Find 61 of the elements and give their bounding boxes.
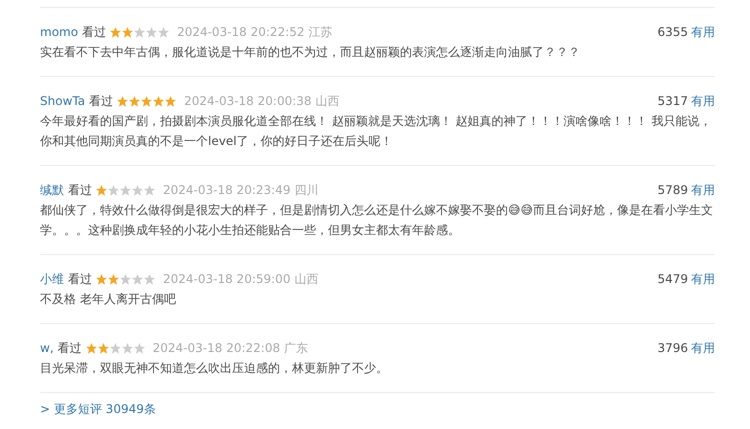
star-icon bbox=[86, 342, 97, 354]
star-icon bbox=[108, 184, 119, 196]
star-icon bbox=[96, 184, 107, 196]
star-icon bbox=[132, 184, 143, 196]
vote-count: 6355 bbox=[657, 24, 688, 38]
vote-count: 5789 bbox=[657, 182, 688, 196]
star-icon bbox=[96, 274, 107, 284]
useful-link[interactable]: 有用 bbox=[691, 182, 715, 196]
more-reviews-link[interactable]: > 更多短评 30949条 bbox=[40, 402, 156, 416]
star-icon bbox=[108, 274, 119, 284]
review-time: 2024-03-18 20:00:38 bbox=[184, 94, 312, 108]
review-text: 都仙侠了，特效什么做得倒是很宏大的样子，但是剧情切入怎么还是什么嫁不嫁娶不娶的😅😅而且台词好尬，像是在看小学生文学。。。这种剧换成年轻的小花小生拍还能贴合一些，但男女主都太有年龄感。 bbox=[40, 202, 714, 239]
review-location: 江苏 bbox=[308, 24, 333, 40]
star-icon bbox=[146, 26, 158, 38]
username-link[interactable]: w, bbox=[40, 341, 54, 355]
vote-count: 3796 bbox=[657, 340, 688, 354]
review-location: 山西 bbox=[294, 270, 318, 288]
watched-label: 看过 bbox=[68, 270, 92, 288]
username-link[interactable]: 小维 bbox=[40, 270, 64, 288]
vote-count: 5479 bbox=[657, 272, 688, 286]
username-link[interactable]: momo bbox=[40, 25, 78, 39]
review-text: 目光呆滞，双眼无神不知道怎么吹出压迫感的，林更新肿了不少。 bbox=[40, 360, 389, 377]
review-time: 2024-03-18 20:22:52 bbox=[177, 25, 305, 39]
watched-label: 看过 bbox=[82, 24, 106, 40]
star-icon bbox=[158, 26, 170, 38]
star-icon bbox=[120, 184, 131, 196]
useful-link[interactable]: 有用 bbox=[691, 94, 715, 108]
star-icon bbox=[122, 342, 133, 354]
star-icon bbox=[141, 96, 152, 106]
review-text: 今年最好看的国产剧，拍摄剧本演员服化道全部在线！ 赵丽颖就是天选沈璃！ 赵姐真的神了！！！演啥像啥！！！ 我只能说，你和其他同期演员真的不是一个level了，你的好日子还在后头呢！ bbox=[40, 113, 712, 150]
useful-link[interactable]: 有用 bbox=[691, 24, 715, 38]
star-icon bbox=[144, 184, 155, 196]
useful-link[interactable]: 有用 bbox=[691, 340, 715, 354]
username-link[interactable]: 缄默 bbox=[40, 182, 64, 198]
review-time: 2024-03-18 20:59:00 bbox=[163, 272, 290, 286]
review-text: 实在看不下去中年古偶，服化道说是十年前的也不为过，而且赵丽颖的表演怎么逐渐走向油腻了？？？ bbox=[40, 44, 581, 61]
star-icon bbox=[110, 342, 121, 354]
star-icon bbox=[144, 274, 155, 284]
watched-label: 看过 bbox=[89, 92, 114, 110]
username-link[interactable]: ShowTa bbox=[40, 94, 86, 108]
review-time: 2024-03-18 20:22:08 bbox=[152, 341, 280, 355]
star-icon bbox=[122, 26, 134, 38]
star-icon bbox=[134, 26, 146, 38]
useful-link[interactable]: 有用 bbox=[691, 272, 715, 286]
star-icon bbox=[129, 96, 140, 106]
watched-label: 看过 bbox=[68, 182, 92, 198]
review-time: 2024-03-18 20:23:49 bbox=[163, 183, 290, 197]
review-location: 四川 bbox=[294, 182, 318, 198]
watched-label: 看过 bbox=[58, 340, 82, 356]
star-icon bbox=[134, 342, 145, 354]
star-icon bbox=[120, 274, 131, 284]
star-icon bbox=[132, 274, 143, 284]
star-icon bbox=[117, 96, 128, 106]
star-icon bbox=[110, 26, 122, 38]
vote-count: 5317 bbox=[657, 94, 688, 108]
review-text: 不及格 老年人离开古偶吧 bbox=[40, 291, 177, 308]
review-location: 广东 bbox=[284, 340, 308, 356]
review-location: 山西 bbox=[316, 92, 340, 110]
star-icon bbox=[98, 342, 109, 354]
star-icon bbox=[165, 96, 176, 106]
star-icon bbox=[153, 96, 164, 106]
